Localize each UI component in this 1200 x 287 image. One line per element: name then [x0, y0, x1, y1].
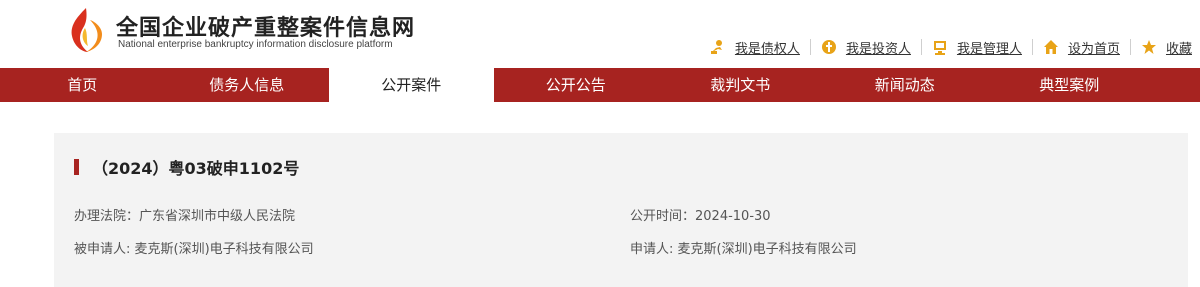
link-administrator[interactable]: 我是管理人 [932, 38, 1022, 57]
case-card[interactable]: （2024）粤03破申1102号 办理法院：广东省深圳市中级人民法院 公开时间：… [54, 133, 1188, 287]
link-favorite-label: 收藏 [1165, 41, 1192, 57]
link-creditor-label: 我是债权人 [734, 41, 800, 57]
applicant-field: 申请人: 麦克斯(深圳)电子科技有限公司 [630, 238, 857, 257]
home-icon [1043, 40, 1058, 54]
nav-item-news[interactable]: 新闻动态 [823, 68, 988, 102]
court-value: 广东省深圳市中级人民法院 [139, 209, 296, 224]
investor-icon [821, 40, 836, 54]
link-set-homepage-label: 设为首页 [1067, 41, 1120, 57]
publish-time-value: 2024-10-30 [695, 209, 771, 224]
applicant-value: 麦克斯(深圳)电子科技有限公司 [677, 242, 857, 257]
publish-time-field: 公开时间：2024-10-30 [630, 205, 771, 224]
nav-item-public-cases[interactable]: 公开案件 [329, 68, 494, 102]
title-accent-bar [74, 159, 79, 175]
link-favorite[interactable]: 收藏 [1141, 38, 1192, 57]
link-investor-label: 我是投资人 [845, 41, 911, 57]
divider [809, 39, 811, 55]
nav-item-typical-cases[interactable]: 典型案例 [987, 68, 1152, 102]
link-creditor[interactable]: 我是债权人 [710, 38, 800, 57]
respondent-field: 被申请人: 麦克斯(深圳)电子科技有限公司 [74, 238, 314, 257]
divider [1031, 39, 1033, 55]
star-icon [1141, 40, 1156, 54]
publish-time-label: 公开时间： [630, 209, 696, 224]
administrator-icon [933, 41, 946, 55]
respondent-value: 麦克斯(深圳)电子科技有限公司 [134, 242, 314, 257]
nav-item-home[interactable]: 首页 [0, 68, 165, 102]
nav-item-judgments[interactable]: 裁判文书 [658, 68, 823, 102]
link-set-homepage[interactable]: 设为首页 [1043, 38, 1120, 57]
respondent-label: 被申请人: [74, 242, 135, 257]
main-nav: 首页 债务人信息 公开案件 公开公告 裁判文书 新闻动态 典型案例 [0, 68, 1200, 102]
flame-logo-icon[interactable] [66, 6, 106, 54]
applicant-label: 申请人: [630, 242, 678, 257]
nav-item-public-notices[interactable]: 公开公告 [494, 68, 659, 102]
site-subtitle: National enterprise bankruptcy informati… [118, 39, 393, 50]
site-title[interactable]: 全国企业破产重整案件信息网 [116, 10, 415, 42]
court-label: 办理法院： [74, 209, 140, 224]
link-administrator-label: 我是管理人 [956, 41, 1022, 57]
divider [920, 39, 922, 55]
court-field: 办理法院：广东省深圳市中级人民法院 [74, 205, 295, 224]
site-header: 全国企业破产重整案件信息网 National enterprise bankru… [0, 0, 1200, 68]
divider [1129, 39, 1131, 55]
top-links: 我是债权人 我是投资人 我是管理人 设为首页 收藏 [710, 37, 1192, 57]
case-number[interactable]: （2024）粤03破申1102号 [92, 155, 299, 179]
link-investor[interactable]: 我是投资人 [821, 38, 911, 57]
creditor-icon [710, 40, 722, 54]
nav-item-debtor-info[interactable]: 债务人信息 [165, 68, 330, 102]
